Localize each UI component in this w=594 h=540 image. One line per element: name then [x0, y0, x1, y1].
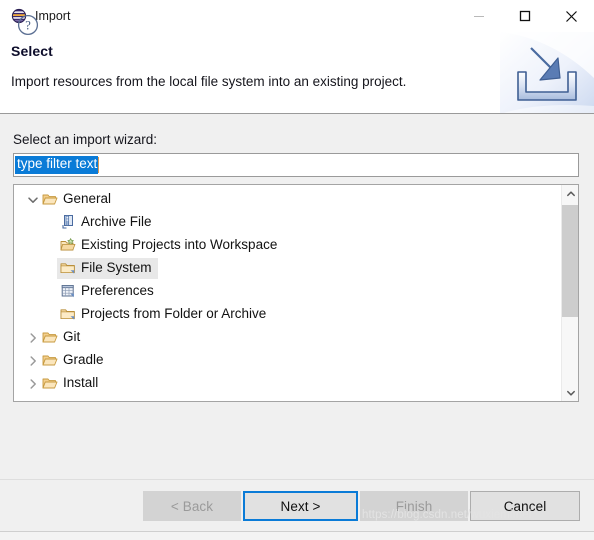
close-icon	[565, 10, 577, 22]
tree-item-label: Archive File	[81, 214, 152, 230]
minimize-icon	[474, 16, 484, 17]
scroll-up-button[interactable]	[562, 185, 578, 202]
scroll-down-button[interactable]	[562, 384, 578, 401]
close-button[interactable]	[548, 0, 594, 32]
tree-item-list: General Archive File Existing Projects i…	[14, 188, 562, 395]
tree-item-existing-projects[interactable]: Existing Projects into Workspace	[14, 234, 562, 257]
maximize-icon	[519, 10, 531, 22]
back-button[interactable]: < Back	[143, 491, 241, 521]
chevron-down-icon	[566, 390, 575, 396]
folder-icon	[60, 260, 76, 276]
tree-item-label: Gradle	[63, 352, 104, 368]
open-folder-icon	[42, 191, 58, 207]
tree-item-git[interactable]: Git	[14, 326, 562, 349]
tree-item-label: Git	[63, 329, 81, 345]
import-tray-arrow-icon	[500, 32, 594, 114]
help-circle-icon: ?	[17, 14, 39, 36]
tree-item-gradle[interactable]: Gradle	[14, 349, 562, 372]
tree-item-preferences[interactable]: Preferences	[14, 280, 562, 303]
svg-text:?: ?	[25, 18, 31, 32]
archive-file-icon	[60, 214, 76, 230]
open-folder-icon	[42, 375, 58, 391]
tree-item-install[interactable]: Install	[14, 372, 562, 395]
tree-item-label: Install	[63, 375, 99, 391]
cancel-button[interactable]: Cancel	[470, 491, 580, 521]
maximize-button[interactable]	[502, 0, 548, 32]
tree-item-general[interactable]: General	[14, 188, 562, 211]
import-wizard-dialog: Import Select Import resources from the …	[0, 0, 594, 540]
page-title: Select	[11, 43, 53, 59]
tree-item-label: File System	[81, 260, 152, 276]
tree-item-label: Existing Projects into Workspace	[81, 237, 278, 253]
window-title: Import	[35, 8, 71, 23]
import-wizard-tree[interactable]: General Archive File Existing Projects i…	[13, 184, 579, 402]
dialog-body: Select an import wizard: type filter tex…	[0, 114, 594, 479]
help-button[interactable]: ?	[17, 14, 39, 36]
chevron-up-icon	[566, 190, 575, 196]
title-bar[interactable]: Import	[0, 0, 594, 32]
filter-input-value: type filter text	[15, 156, 99, 174]
title-bar-left: Import	[0, 8, 456, 24]
tree-item-label: Projects from Folder or Archive	[81, 306, 267, 322]
tree-item-file-system[interactable]: File System	[14, 257, 562, 280]
tree-item-label: Preferences	[81, 283, 154, 299]
next-button[interactable]: Next >	[243, 491, 358, 521]
scrollbar-thumb[interactable]	[562, 205, 578, 317]
minimize-button[interactable]	[456, 0, 502, 32]
page-description: Import resources from the local file sys…	[11, 74, 407, 89]
folder-icon	[60, 306, 76, 322]
wizard-select-label: Select an import wizard:	[13, 132, 158, 147]
filter-input[interactable]: type filter text	[13, 153, 579, 177]
tree-item-label: General	[63, 191, 112, 207]
text-caret	[98, 157, 100, 173]
window-controls	[456, 0, 594, 32]
tree-item-archive-file[interactable]: Archive File	[14, 211, 562, 234]
preferences-grid-icon	[60, 283, 76, 299]
tree-vertical-scrollbar[interactable]	[561, 185, 578, 401]
open-folder-icon	[42, 329, 58, 345]
finish-button[interactable]: Finish	[360, 491, 468, 521]
open-folder-icon	[42, 352, 58, 368]
project-folder-icon	[60, 237, 76, 253]
tree-item-projects-from-folder[interactable]: Projects from Folder or Archive	[14, 303, 562, 326]
wizard-header: Select Import resources from the local f…	[0, 32, 594, 114]
